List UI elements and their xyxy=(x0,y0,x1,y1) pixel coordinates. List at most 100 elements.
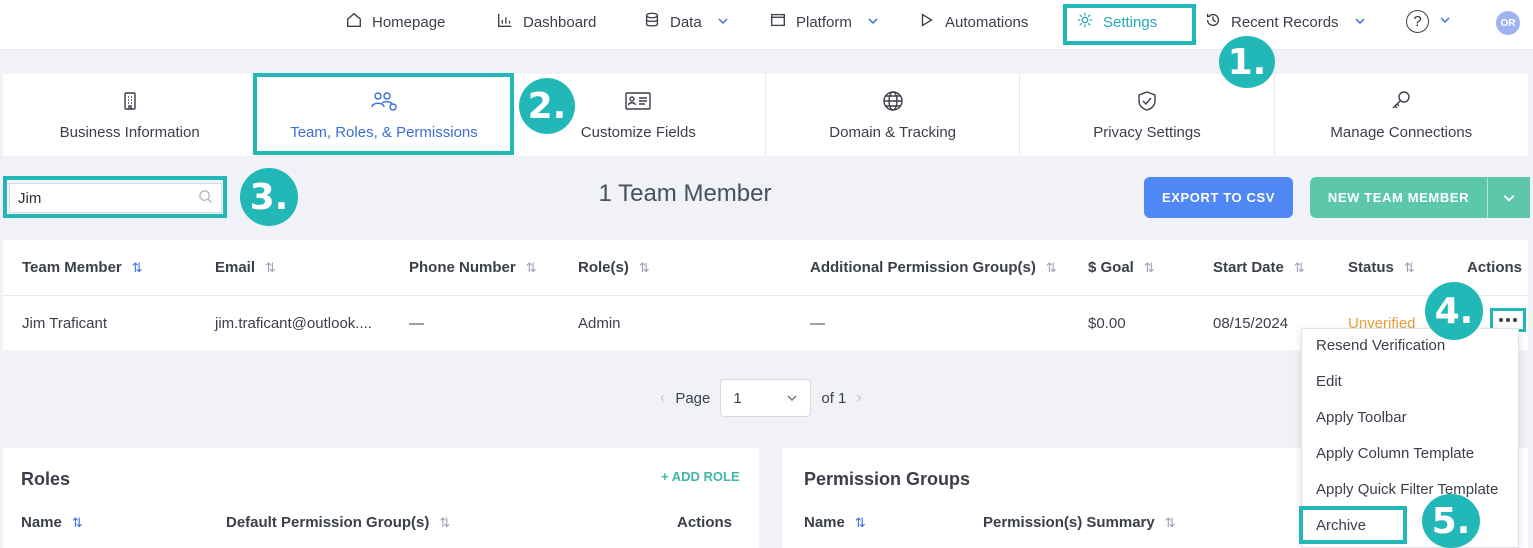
history-icon xyxy=(1204,11,1222,33)
chevron-down-icon xyxy=(861,14,879,31)
help-menu[interactable]: ? xyxy=(1406,10,1451,33)
database-icon xyxy=(643,11,661,33)
team-icon xyxy=(370,90,398,116)
nav-data-label: Data xyxy=(670,13,702,31)
nav-data[interactable]: Data xyxy=(643,0,729,44)
chevron-down-icon xyxy=(711,14,729,31)
prev-page-icon[interactable]: ‹ xyxy=(660,389,665,407)
menu-resend-verification[interactable]: Resend Verification xyxy=(1316,337,1445,354)
sort-icon: ⇅ xyxy=(638,259,650,275)
chevron-down-icon xyxy=(1348,14,1366,31)
roles-title: Roles xyxy=(21,469,71,489)
add-role-button[interactable]: + ADD ROLE xyxy=(661,469,740,484)
sort-icon: ⇅ xyxy=(1164,514,1176,530)
table-header: Team Member ⇅ Email ⇅ Phone Number ⇅ Role(s… xyxy=(3,240,1528,296)
nav-platform-label: Platform xyxy=(796,13,852,31)
help-icon: ? xyxy=(1406,10,1429,33)
building-icon xyxy=(119,90,141,116)
nav-settings-label: Settings xyxy=(1103,13,1158,31)
nav-recent-records-label: Recent Records xyxy=(1231,13,1339,31)
new-team-member-dropdown[interactable] xyxy=(1487,177,1530,218)
menu-archive[interactable]: Archive xyxy=(1316,517,1366,534)
column-label: Permission(s) Summary xyxy=(983,514,1155,531)
key-icon xyxy=(1390,90,1412,116)
step-badge-3: 3. xyxy=(240,168,298,226)
next-page-icon[interactable]: › xyxy=(856,389,861,407)
column-header[interactable]: Role(s) ⇅ xyxy=(578,240,650,295)
sort-icon: ⇅ xyxy=(854,514,866,530)
sort-icon: ⇅ xyxy=(265,259,276,275)
tab-team-roles-permissions[interactable]: Team, Roles, & Permissions xyxy=(257,74,512,156)
step-badge-4: 4. xyxy=(1425,282,1483,340)
export-csv-button[interactable]: EXPORT TO CSV xyxy=(1144,177,1293,218)
sort-icon: ⇅ xyxy=(131,259,143,275)
tab-label: Manage Connections xyxy=(1330,123,1473,141)
sort-icon: ⇅ xyxy=(1045,259,1057,275)
home-icon xyxy=(345,11,363,33)
permission-groups-title: Permission Groups xyxy=(804,469,971,489)
roles-panel: Roles + ADD ROLE Name ⇅ Default Permissio… xyxy=(3,448,759,548)
page-of: of 1 xyxy=(821,389,847,407)
column-header[interactable]: Name ⇅ xyxy=(804,514,866,531)
column-header[interactable]: Team Member ⇅ xyxy=(22,240,143,295)
nav-automations[interactable]: Automations xyxy=(918,0,1028,44)
table-row[interactable]: Jim Traficant jim.traficant@outlook.... … xyxy=(3,296,1528,350)
column-header: Actions xyxy=(1467,240,1522,295)
dot xyxy=(1506,318,1510,322)
dot xyxy=(1499,318,1503,322)
nav-settings[interactable]: Settings xyxy=(1076,0,1157,44)
sort-icon: ⇅ xyxy=(525,259,537,275)
column-header[interactable]: Permission(s) Summary ⇅ xyxy=(983,514,1176,531)
search-input[interactable]: Jim xyxy=(9,183,222,213)
nav-homepage[interactable]: Homepage xyxy=(345,0,445,44)
row-actions-menu: Resend Verification Edit Apply Toolbar A… xyxy=(1301,328,1519,548)
column-header[interactable]: Start Date ⇅ xyxy=(1213,240,1305,295)
column-header[interactable]: Name ⇅ xyxy=(21,514,83,531)
sort-icon: ⇅ xyxy=(439,514,451,530)
window-icon xyxy=(769,11,787,33)
column-label: Actions xyxy=(677,514,733,531)
nav-recent-records[interactable]: Recent Records xyxy=(1204,0,1366,44)
cell-groups: — xyxy=(810,314,825,332)
cell-phone: — xyxy=(409,314,424,332)
column-header[interactable]: Email ⇅ xyxy=(215,240,276,295)
tab-domain-tracking[interactable]: Domain & Tracking xyxy=(766,74,1021,156)
tab-label: Customize Fields xyxy=(580,123,696,141)
page-label: Page xyxy=(675,389,711,407)
column-label: Additional Permission Group(s) xyxy=(810,259,1036,276)
column-header[interactable]: Phone Number ⇅ xyxy=(409,240,537,295)
sort-icon: ⇅ xyxy=(71,514,83,530)
column-header[interactable]: Default Permission Group(s) ⇅ xyxy=(226,514,450,531)
tab-label: Domain & Tracking xyxy=(829,123,956,141)
menu-apply-column-template[interactable]: Apply Column Template xyxy=(1316,445,1474,462)
tab-label: Team, Roles, & Permissions xyxy=(290,123,478,141)
column-header[interactable]: $ Goal ⇅ xyxy=(1088,240,1155,295)
column-label: Name xyxy=(21,514,62,531)
column-header[interactable]: Additional Permission Group(s) ⇅ xyxy=(810,240,1057,295)
search-value: Jim xyxy=(18,189,42,207)
avatar[interactable]: OR xyxy=(1496,11,1520,35)
cell-start-date: 08/15/2024 xyxy=(1213,314,1289,332)
nav-automations-label: Automations xyxy=(945,13,1029,31)
cell-role: Admin xyxy=(578,314,621,332)
pagination: ‹ Page 1 of 1 › xyxy=(660,379,862,417)
column-label: $ Goal xyxy=(1088,259,1134,276)
tab-label: Privacy Settings xyxy=(1093,123,1201,141)
settings-tabs: Business Information Team, Roles, & Perm… xyxy=(3,74,1528,156)
top-navigation: Homepage Dashboard Data Platform Automat… xyxy=(0,0,1533,50)
menu-apply-quick-filter-template[interactable]: Apply Quick Filter Template xyxy=(1316,481,1498,498)
tab-manage-connections[interactable]: Manage Connections xyxy=(1275,74,1528,156)
nav-dashboard[interactable]: Dashboard xyxy=(496,0,596,44)
shield-check-icon xyxy=(1136,90,1158,116)
page-select[interactable]: 1 xyxy=(720,379,812,417)
menu-apply-toolbar[interactable]: Apply Toolbar xyxy=(1316,409,1407,426)
column-label: Status xyxy=(1348,259,1394,276)
new-team-member-button[interactable]: NEW TEAM MEMBER xyxy=(1310,177,1530,218)
sort-icon: ⇅ xyxy=(1293,259,1305,275)
cell-name: Jim Traficant xyxy=(22,314,108,332)
nav-platform[interactable]: Platform xyxy=(769,0,879,44)
tab-business-information[interactable]: Business Information xyxy=(3,74,258,156)
menu-edit[interactable]: Edit xyxy=(1316,373,1342,390)
search-icon xyxy=(198,189,213,208)
column-header[interactable]: Status ⇅ xyxy=(1348,240,1415,295)
